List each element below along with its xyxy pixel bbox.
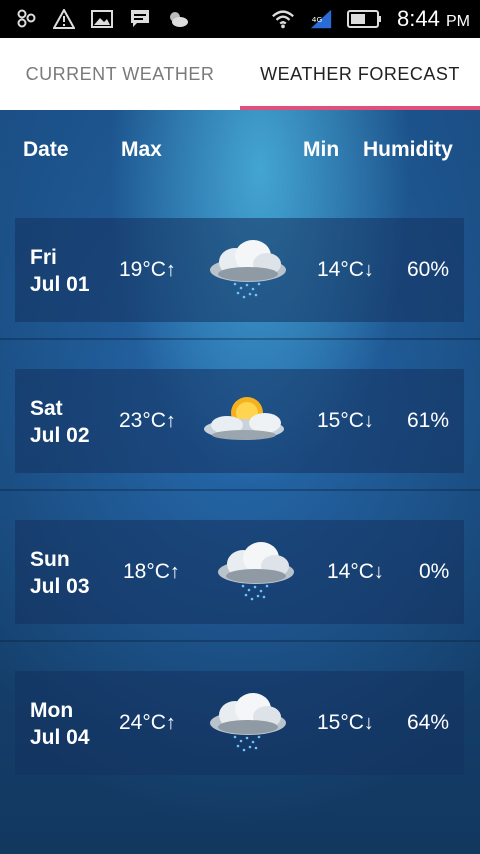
arrow-up-icon: ↑ [165, 410, 176, 432]
column-header-date: Date [23, 138, 69, 161]
humidity: 64% [407, 711, 450, 734]
rain-cloud-icon [218, 542, 294, 601]
column-headers: Date Max Min Humidity [0, 138, 480, 164]
tab-current-weather[interactable]: CURRENT WEATHER [0, 38, 240, 110]
status-bar-notifications [14, 8, 190, 30]
status-time: 8:44 PM [397, 6, 470, 31]
min-temp: 14°C↓ [317, 258, 374, 281]
forecast-row[interactable]: Fri Jul 01 19°C↑ 14°C↓ 60% [15, 218, 464, 322]
signal-icon: 4G [309, 8, 333, 30]
forecast-row[interactable]: Sun Jul 03 18°C↑ 14°C↓ 0% [15, 520, 464, 624]
arrow-down-icon: ↓ [363, 410, 374, 432]
arrow-down-icon: ↓ [373, 561, 384, 583]
tab-weather-forecast[interactable]: WEATHER FORECAST [240, 38, 480, 110]
max-temp: 19°C↑ [119, 258, 176, 281]
max-temp: 23°C↑ [119, 409, 176, 432]
battery-icon [347, 8, 383, 30]
min-temp: 15°C↓ [317, 409, 374, 432]
column-header-max: Max [121, 138, 162, 161]
row-divider [0, 489, 480, 491]
arrow-down-icon: ↓ [363, 712, 374, 734]
svg-text:4G: 4G [312, 15, 323, 24]
tab-bar: CURRENT WEATHER WEATHER FORECAST [0, 38, 480, 110]
partly-cloudy-icon [204, 397, 284, 440]
forecast-date: Fri Jul 01 [30, 246, 90, 296]
warning-icon [52, 8, 76, 30]
row-divider [0, 338, 480, 340]
forecast-date: Sun Jul 03 [30, 548, 90, 598]
rain-cloud-icon [210, 693, 286, 752]
min-temp: 14°C↓ [327, 560, 384, 583]
forecast-date: Mon Jul 04 [30, 699, 90, 749]
wifi-icon [271, 8, 295, 30]
arrow-up-icon: ↑ [165, 259, 176, 281]
max-temp: 18°C↑ [123, 560, 180, 583]
humidity: 0% [419, 560, 450, 583]
forecast-date: Sat Jul 02 [30, 397, 90, 447]
message-icon [128, 8, 152, 30]
image-icon [90, 8, 114, 30]
forecast-panel[interactable]: Date Max Min Humidity Fri Jul 01 19°C↑ 1… [0, 110, 480, 854]
humidity: 61% [407, 409, 450, 432]
column-header-humidity: Humidity [363, 138, 453, 161]
min-temp: 15°C↓ [317, 711, 374, 734]
row-divider [0, 640, 480, 642]
max-temp: 24°C↑ [119, 711, 176, 734]
column-header-min: Min [303, 138, 340, 161]
humidity: 60% [407, 258, 450, 281]
forecast-row[interactable]: Sat Jul 02 23°C↑ 15°C↓ 61% [15, 369, 464, 473]
status-bar-system: 4G 8:44 PM [271, 6, 470, 32]
notification-icon [14, 8, 38, 30]
arrow-up-icon: ↑ [169, 561, 180, 583]
arrow-up-icon: ↑ [165, 712, 176, 734]
rain-cloud-icon [210, 240, 286, 299]
arrow-down-icon: ↓ [363, 259, 374, 281]
weather-icon [166, 8, 190, 30]
forecast-row[interactable]: Mon Jul 04 24°C↑ 15°C↓ 64% [15, 671, 464, 775]
status-bar: 4G 8:44 PM [0, 0, 480, 38]
